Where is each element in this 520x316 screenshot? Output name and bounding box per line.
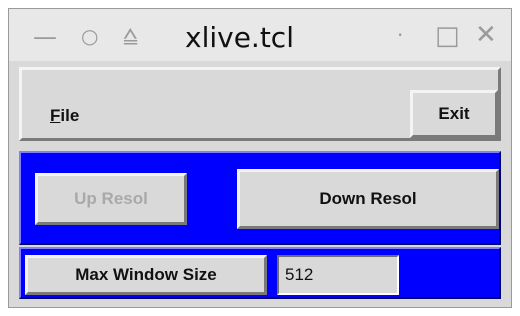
circle-icon[interactable]: ○: [81, 26, 98, 46]
minimize-icon[interactable]: —: [33, 25, 57, 49]
menu-bar: File Exit: [19, 67, 501, 141]
up-resol-button[interactable]: Up Resol: [35, 173, 187, 225]
down-resol-button[interactable]: Down Resol: [237, 169, 499, 229]
dot-icon: ·: [397, 23, 404, 47]
close-icon[interactable]: ✕: [475, 22, 497, 48]
title-bar[interactable]: — ○ ⩠ xlive.tcl · □ ✕: [9, 9, 511, 61]
maximize-icon[interactable]: ⩠: [123, 23, 138, 47]
window-title: xlive.tcl: [185, 21, 294, 54]
max-window-size-input[interactable]: 512: [277, 255, 399, 295]
max-window-size-label: Max Window Size: [25, 255, 267, 295]
file-menu-label: ile: [60, 106, 80, 125]
resolution-frame: Up Resol Down Resol: [19, 151, 501, 245]
file-menu[interactable]: File: [50, 106, 79, 126]
exit-button[interactable]: Exit: [410, 90, 498, 138]
client-area: File Exit Up Resol Down Resol Max Window…: [19, 67, 501, 301]
file-menu-mnemonic: F: [50, 106, 61, 125]
square-icon[interactable]: □: [435, 23, 460, 49]
app-window: — ○ ⩠ xlive.tcl · □ ✕ File Exit Up Resol…: [8, 8, 512, 308]
window-size-frame: Max Window Size 512: [19, 247, 501, 299]
